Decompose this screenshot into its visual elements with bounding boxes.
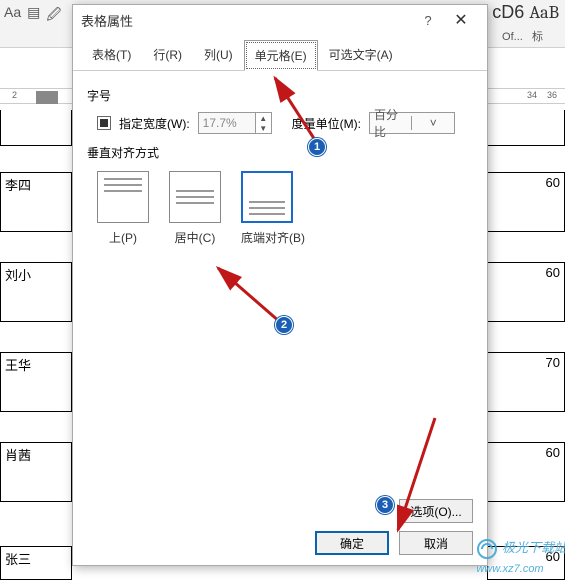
tab-label: 行(R) <box>153 48 182 62</box>
button-label: 取消 <box>424 535 448 552</box>
cell-text: 刘小 <box>5 268 31 283</box>
table-cell-name: 肖茜 <box>0 442 72 502</box>
style-suffix: Of... <box>502 31 523 43</box>
cancel-button[interactable]: 取消 <box>399 531 473 555</box>
tab-row[interactable]: 行(R) <box>142 39 193 70</box>
tab-label: 单元格(E) <box>255 49 307 63</box>
section-valign-label: 垂直对齐方式 <box>87 144 473 161</box>
cell-text: 张三 <box>5 552 31 567</box>
tab-label: 可选文字(A) <box>329 48 393 62</box>
table-cell-score: 60 <box>487 262 565 322</box>
table-cell-name: 王华 <box>0 352 72 412</box>
measure-unit-value: 百分比 <box>370 106 412 140</box>
options-button[interactable]: 选项(O)... <box>399 499 473 523</box>
help-icon[interactable]: ? <box>413 13 443 28</box>
badge-number: 3 <box>382 499 388 511</box>
align-bottom-option[interactable]: 底端对齐(B) <box>241 171 305 246</box>
table-cell-score: 60 <box>487 546 565 580</box>
ruler-mark-34: 34 <box>527 90 537 100</box>
tab-label: 列(U) <box>204 48 233 62</box>
fill-icon: 🖉 <box>46 4 61 28</box>
annotation-badge-2: 2 <box>275 316 293 334</box>
badge-number: 2 <box>281 319 287 331</box>
table-cell-score: 60 <box>487 172 565 232</box>
chevron-down-icon: ˅ <box>411 116 454 130</box>
cell-text: 60 <box>546 445 560 460</box>
measure-unit-select[interactable]: 百分比 ˅ <box>369 112 455 134</box>
specify-width-label: 指定宽度(W): <box>119 115 190 132</box>
button-label: 选项(O)... <box>410 503 461 520</box>
table-cell-name: 张三 <box>0 546 72 580</box>
font-icon: Aa <box>4 4 21 28</box>
align-center-icon <box>169 171 221 223</box>
tab-label: 表格(T) <box>92 48 131 62</box>
dialog-titlebar: 表格属性 ? ✕ <box>73 5 487 35</box>
button-label: 确定 <box>340 535 364 552</box>
align-bottom-label: 底端对齐(B) <box>241 231 305 245</box>
align-center-label: 居中(C) <box>175 231 216 245</box>
close-icon[interactable]: ✕ <box>443 8 479 32</box>
style-preview-2: Of... 标 <box>502 28 543 44</box>
style-caption: 标 <box>532 31 543 43</box>
align-top-label: 上(P) <box>109 231 137 245</box>
checkbox-mark-icon <box>100 119 108 127</box>
dialog-tabs: 表格(T) 行(R) 列(U) 单元格(E) 可选文字(A) <box>73 35 487 71</box>
style-aab: AaB <box>529 2 559 23</box>
ruler-mark-36: 36 <box>547 90 557 100</box>
cell-text: 肖茜 <box>5 448 31 463</box>
width-input[interactable] <box>199 113 255 133</box>
tab-table[interactable]: 表格(T) <box>81 39 142 70</box>
indent-icon: ▤ <box>27 4 40 28</box>
table-cell-blank <box>487 110 565 146</box>
dialog-buttons: 选项(O)... 确定 取消 <box>315 499 473 555</box>
cell-text: 李四 <box>5 178 31 193</box>
align-top-option[interactable]: 上(P) <box>97 171 149 246</box>
ruler-mark-left: 2 <box>12 90 17 100</box>
width-row: 指定宽度(W): ▲▼ 度量单位(M): 百分比 ˅ <box>97 112 473 134</box>
align-bottom-icon <box>241 171 293 223</box>
vertical-align-options: 上(P) 居中(C) 底端对齐(B) <box>97 171 473 246</box>
ruler-tab-stop <box>36 91 58 104</box>
style-prefix: cD6 <box>492 2 524 22</box>
width-spinner[interactable]: ▲▼ <box>198 112 272 134</box>
tab-cell[interactable]: 单元格(E) <box>244 40 318 71</box>
cell-text: 王华 <box>5 358 31 373</box>
ok-button[interactable]: 确定 <box>315 531 389 555</box>
section-size-label: 字号 <box>87 87 473 104</box>
tab-alttext[interactable]: 可选文字(A) <box>318 39 404 70</box>
dialog-title: 表格属性 <box>81 11 413 30</box>
tab-column[interactable]: 列(U) <box>193 39 244 70</box>
table-cell-score: 60 <box>487 442 565 502</box>
cell-text: 60 <box>546 175 560 190</box>
specify-width-checkbox[interactable] <box>97 116 111 130</box>
spinner-buttons[interactable]: ▲▼ <box>255 113 271 133</box>
annotation-badge-3: 3 <box>376 496 394 514</box>
measure-unit-label: 度量单位(M): <box>292 115 361 132</box>
spin-up-icon[interactable]: ▲ <box>255 113 271 123</box>
style-preview: cD6 AaB <box>492 2 559 23</box>
table-cell-name: 李四 <box>0 172 72 232</box>
table-cell-name: 刘小 <box>0 262 72 322</box>
ribbon-icons: Aa ▤ 🖉 <box>4 4 61 28</box>
annotation-badge-1: 1 <box>308 138 326 156</box>
cell-text: 60 <box>546 549 560 564</box>
align-center-option[interactable]: 居中(C) <box>169 171 221 246</box>
badge-number: 1 <box>314 141 320 153</box>
spin-down-icon[interactable]: ▼ <box>255 123 271 133</box>
table-properties-dialog: 表格属性 ? ✕ 表格(T) 行(R) 列(U) 单元格(E) 可选文字(A) … <box>72 4 488 566</box>
cell-text: 60 <box>546 265 560 280</box>
cell-text: 70 <box>546 355 560 370</box>
table-cell-blank <box>0 110 72 146</box>
align-top-icon <box>97 171 149 223</box>
table-cell-score: 70 <box>487 352 565 412</box>
